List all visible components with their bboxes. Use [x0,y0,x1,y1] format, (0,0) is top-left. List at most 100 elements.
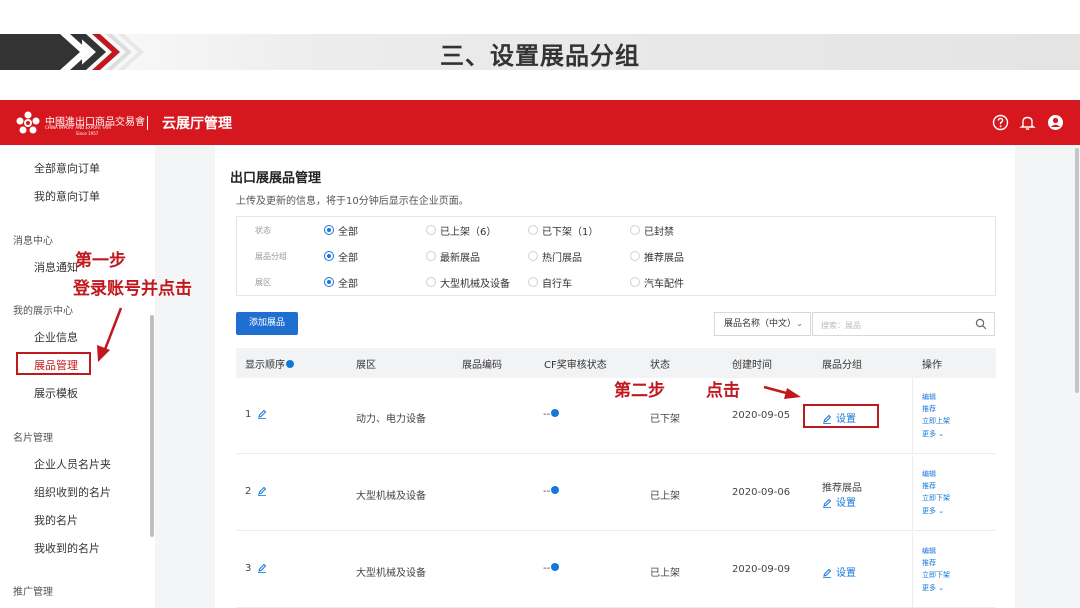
info-icon[interactable] [551,409,560,417]
option-status-all[interactable]: 全部 [338,223,358,238]
edit-link[interactable]: 编辑 [922,546,936,556]
radio-status-all[interactable] [324,225,334,235]
bell-icon[interactable] [1019,114,1036,131]
radio-group-all[interactable] [324,251,334,261]
sidebar-section-messages[interactable]: 消息中心 [13,232,53,247]
radio-group-newest[interactable] [426,251,436,261]
step1-instruction: 登录账号并点击 [73,279,192,299]
sidebar-item-received-cards[interactable]: 我收到的名片 [34,540,100,556]
search-field-select[interactable]: 展品名称（中文） ⌄ [714,312,811,336]
radio-area-auto-parts[interactable] [630,277,640,287]
option-status-banned[interactable]: 已封禁 [644,223,674,238]
column-header-area: 展区 [356,360,376,371]
table-header: 显示顺序 展区 展品编码 CF奖审核状态 状态 创建时间 展品分组 操作 [236,348,996,378]
more-label: 更多 [922,584,936,592]
row-actions: 编辑 推荐 立即上架 更多 ⌄ [912,378,996,454]
page-title: 出口展展品管理 [230,171,322,186]
row-cf-status-value: -- [543,409,551,420]
sidebar-item-display-template[interactable]: 展示模板 [34,385,78,401]
canton-fair-logo-icon[interactable] [16,111,40,135]
logo-subtext: CHINA IMPORT AND EXPORT FAIR [45,125,112,130]
more-dropdown[interactable]: 更多 ⌄ [922,583,944,593]
column-header-group: 展品分组 [822,360,862,371]
option-group-all[interactable]: 全部 [338,249,358,264]
radio-area-all[interactable] [324,277,334,287]
help-circle-icon[interactable] [992,114,1009,131]
row-status: 已下架 [650,414,680,425]
app-title[interactable]: 云展厅管理 [162,113,232,133]
row-order-value: 2 [245,486,252,497]
edit-pencil-icon[interactable] [257,409,267,419]
radio-group-recommended[interactable] [630,251,640,261]
slide: 三、设置展品分组 中國進出口商品交易會 CHINA IMPORT AND EXP… [0,0,1080,608]
edit-link[interactable]: 编辑 [922,392,936,402]
add-product-button[interactable]: 添加展品 [236,312,298,335]
column-header-actions: 操作 [922,360,942,371]
search-field-select-value: 展品名称（中文） [724,319,797,329]
more-dropdown[interactable]: 更多 ⌄ [922,429,944,439]
option-area-all[interactable]: 全部 [338,275,358,290]
option-area-machinery[interactable]: 大型机械及设备 [440,275,510,290]
row-cf-status: -- [543,486,560,497]
logo-year: Since 1957 [76,131,99,136]
radio-group-hot[interactable] [528,251,538,261]
info-icon[interactable] [551,563,560,571]
info-icon[interactable] [286,360,294,368]
recommend-link[interactable]: 推荐 [922,404,936,414]
option-status-delisted[interactable]: 已下架（1） [542,223,598,238]
sidebar-item-notifications[interactable]: 消息通知 [34,259,78,275]
option-area-bicycle[interactable]: 自行车 [542,275,572,290]
option-group-recommended[interactable]: 推荐展品 [644,249,684,264]
table-row: 2 大型机械及设备 -- 已上架 2020-09-06 推荐展品 设置 编辑 推… [236,455,996,531]
sidebar-item-company-info[interactable]: 企业信息 [34,329,78,345]
page-scrollbar[interactable] [1075,148,1079,393]
row-status: 已上架 [650,568,680,579]
search-input[interactable] [821,314,971,337]
search-icon[interactable] [975,318,987,330]
option-group-newest[interactable]: 最新展品 [440,249,480,264]
row-area: 大型机械及设备 [356,491,426,502]
radio-status-delisted[interactable] [528,225,538,235]
recommend-link[interactable]: 推荐 [922,481,936,491]
sidebar-item-staff-cards[interactable]: 企业人员名片夹 [34,456,111,472]
column-header-code: 展品编码 [462,360,502,371]
option-group-hot[interactable]: 热门展品 [542,249,582,264]
sidebar-section-showroom[interactable]: 我的展示中心 [13,302,73,317]
radio-area-machinery[interactable] [426,277,436,287]
delist-now-link[interactable]: 立即下架 [922,570,950,580]
edit-pencil-icon[interactable] [257,563,267,573]
sidebar-item-org-received-cards[interactable]: 组织收到的名片 [34,484,111,500]
list-now-link[interactable]: 立即上架 [922,416,950,426]
radio-area-bicycle[interactable] [528,277,538,287]
user-icon[interactable] [1047,114,1064,131]
row-order-value: 1 [245,409,252,420]
more-dropdown[interactable]: 更多 ⌄ [922,506,944,516]
row-group: 推荐展品 [822,483,862,494]
info-icon[interactable] [551,486,560,494]
option-status-listed[interactable]: 已上架（6） [440,223,496,238]
row-area: 大型机械及设备 [356,568,426,579]
edit-link[interactable]: 编辑 [922,469,936,479]
sidebar-item-all-orders[interactable]: 全部意向订单 [34,160,100,176]
radio-status-banned[interactable] [630,225,640,235]
group-set-link[interactable]: 设置 [822,564,856,579]
search-box[interactable] [812,312,995,337]
option-area-auto-parts[interactable]: 汽车配件 [644,275,684,290]
column-header-order[interactable]: 显示顺序 [245,356,294,371]
row-created: 2020-09-05 [732,410,791,421]
radio-status-listed[interactable] [426,225,436,235]
sidebar-item-my-orders[interactable]: 我的意向订单 [34,188,100,204]
sidebar-section-cards[interactable]: 名片管理 [13,429,53,444]
row-order: 2 [245,486,267,497]
row-created: 2020-09-09 [732,564,791,575]
sidebar-item-my-card[interactable]: 我的名片 [34,512,78,528]
row-order: 3 [245,563,267,574]
chevron-down-icon: ⌄ [938,507,945,515]
sidebar-scrollbar[interactable] [150,315,154,537]
group-set-link[interactable]: 设置 [822,494,856,509]
delist-now-link[interactable]: 立即下架 [922,493,950,503]
recommend-link[interactable]: 推荐 [922,558,936,568]
column-header-cf-status: CF奖审核状态 [544,360,607,371]
edit-pencil-icon[interactable] [257,486,267,496]
sidebar-section-promotion[interactable]: 推广管理 [13,583,53,598]
